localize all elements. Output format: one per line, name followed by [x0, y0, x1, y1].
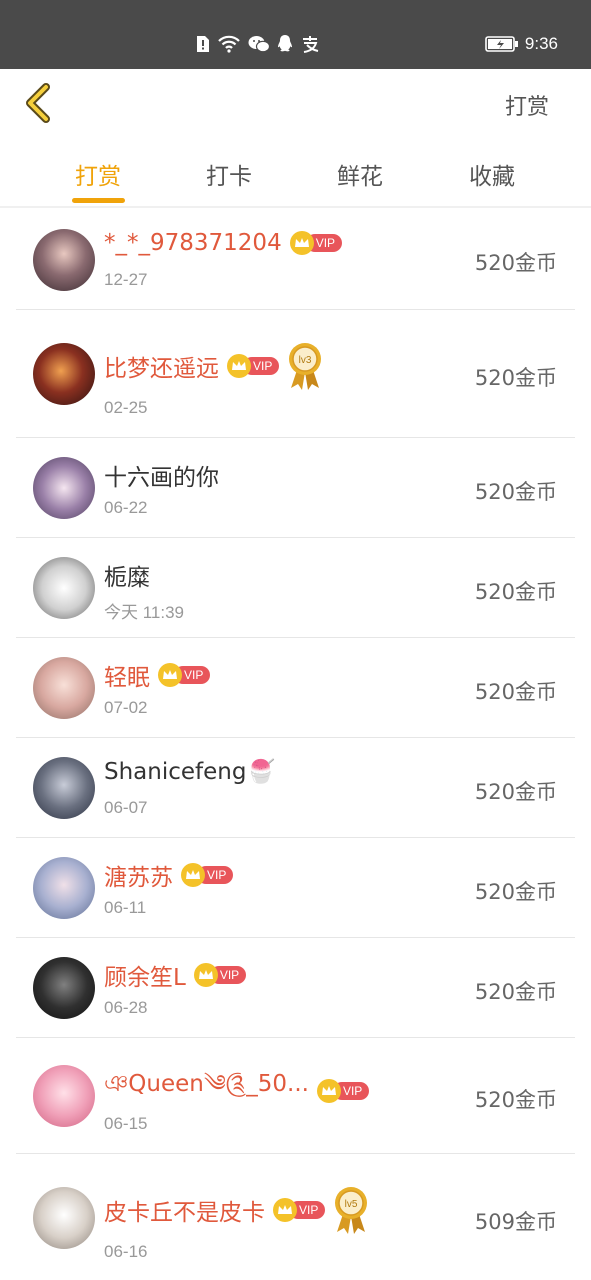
crown-icon	[289, 231, 314, 255]
crown-icon	[193, 963, 218, 987]
reward-date: 06-07	[104, 798, 148, 817]
reward-date: 06-16	[104, 1242, 148, 1261]
name-line: 栀糜	[104, 558, 150, 592]
name-line: 顾余笙L VIP	[104, 958, 247, 992]
system-status: 9:36	[485, 33, 558, 55]
crown-icon	[227, 354, 251, 378]
reward-coins: 520金币	[474, 251, 557, 275]
user-name[interactable]: *_*_978371204	[104, 230, 282, 256]
name-line: 十六画的你	[104, 458, 219, 492]
tab-favorites[interactable]: 收藏	[447, 157, 537, 191]
avatar[interactable]	[33, 1065, 95, 1127]
reward-coins: 520金币	[474, 1088, 557, 1112]
vip-badge: VIP	[289, 231, 343, 255]
status-bar: 9:36	[0, 0, 591, 69]
reward-coins: 509金币	[474, 1210, 557, 1234]
level-medal-icon: lv5	[333, 1186, 369, 1234]
user-name[interactable]: 十六画的你	[104, 458, 219, 492]
crown-icon	[316, 1078, 341, 1103]
name-line: 比梦还遥远 VIP lv3	[104, 342, 323, 390]
qq-icon	[277, 34, 293, 54]
tab-reward[interactable]: 打赏	[53, 157, 143, 191]
reward-coins: 520金币	[474, 580, 557, 604]
back-button[interactable]	[22, 81, 58, 125]
list-item[interactable]: ঞQueen༄༊_50... VIP 06-15 520金币	[16, 1038, 575, 1154]
reward-date: 06-11	[104, 898, 147, 917]
list-item[interactable]: Shanicefeng🍧 06-07 520金币	[16, 738, 575, 838]
level-medal-icon: lv3	[287, 342, 323, 390]
wifi-icon	[217, 35, 241, 53]
alipay-icon	[300, 35, 320, 53]
reward-coins: 520金币	[474, 366, 557, 390]
sim-alert-icon	[196, 35, 210, 53]
list-item[interactable]: 溏苏苏 VIP 06-11 520金币	[16, 838, 575, 938]
notification-icons	[196, 33, 320, 55]
avatar[interactable]	[33, 957, 95, 1019]
header-reward-button[interactable]: 打赏	[505, 89, 549, 121]
list-item[interactable]: *_*_978371204 VIP 12-27 520金币	[16, 210, 575, 310]
tab-flowers[interactable]: 鲜花	[315, 157, 405, 191]
avatar[interactable]	[33, 857, 95, 919]
chevron-left-icon	[26, 83, 50, 123]
reward-date: 06-22	[104, 498, 148, 517]
user-name[interactable]: 溏苏苏	[104, 858, 173, 892]
reward-coins: 520金币	[474, 880, 557, 904]
list-item[interactable]: 栀糜今天 11:39 520金币	[16, 538, 575, 638]
list-item[interactable]: 皮卡丘不是皮卡 VIP lv5 06-16 509金币	[16, 1154, 575, 1280]
crown-icon	[181, 863, 205, 887]
avatar[interactable]	[33, 457, 95, 519]
level-label: lv5	[345, 1199, 358, 1210]
list-item[interactable]: 十六画的你 06-22 520金币	[16, 438, 575, 538]
avatar[interactable]	[33, 557, 95, 619]
user-name[interactable]: 比梦还遥远	[104, 349, 219, 383]
user-name[interactable]: 轻眠	[104, 658, 150, 692]
name-line: 皮卡丘不是皮卡 VIP lv5	[104, 1186, 369, 1234]
reward-date: 06-28	[104, 998, 148, 1017]
name-line: Shanicefeng🍧	[104, 758, 275, 785]
name-line: 轻眠 VIP	[104, 658, 211, 692]
vip-badge: VIP	[227, 354, 280, 378]
reward-coins: 520金币	[474, 980, 557, 1004]
level-label: lv3	[299, 355, 312, 366]
avatar[interactable]	[33, 757, 95, 819]
vip-badge: VIP	[193, 963, 247, 987]
vip-badge: VIP	[181, 863, 234, 887]
reward-coins: 520金币	[474, 680, 557, 704]
avatar[interactable]	[33, 657, 95, 719]
crown-icon	[273, 1198, 297, 1222]
app-header: 打赏	[0, 69, 591, 141]
reward-date: 02-25	[104, 398, 148, 417]
reward-coins: 520金币	[474, 780, 557, 804]
list-item[interactable]: 比梦还遥远 VIP lv3 02-25 520金币	[16, 310, 575, 438]
reward-coins: 520金币	[474, 480, 557, 504]
crown-icon	[158, 663, 182, 687]
tab-bar: 打赏 打卡 鲜花 收藏	[0, 141, 591, 208]
name-line: *_*_978371204 VIP	[104, 230, 343, 256]
vip-badge: VIP	[316, 1078, 370, 1103]
vip-badge: VIP	[273, 1198, 326, 1222]
user-name[interactable]: 栀糜	[104, 558, 150, 592]
avatar[interactable]	[33, 229, 95, 291]
reward-date: 06-15	[104, 1114, 148, 1133]
status-time: 9:36	[524, 34, 558, 53]
avatar[interactable]	[33, 1187, 95, 1249]
name-line: 溏苏苏 VIP	[104, 858, 234, 892]
vip-badge: VIP	[158, 663, 211, 687]
avatar[interactable]	[33, 343, 95, 405]
wechat-icon	[248, 35, 270, 53]
reward-date: 今天 11:39	[104, 603, 185, 622]
battery-icon	[485, 36, 519, 52]
tab-checkin[interactable]: 打卡	[184, 157, 274, 191]
reward-date: 07-02	[104, 698, 148, 717]
user-name[interactable]: Shanicefeng🍧	[104, 758, 275, 785]
user-name[interactable]: 皮卡丘不是皮卡	[104, 1193, 265, 1227]
list-item[interactable]: 轻眠 VIP 07-02 520金币	[16, 638, 575, 738]
reward-date: 12-27	[104, 270, 148, 289]
list-item[interactable]: 顾余笙L VIP 06-28 520金币	[16, 938, 575, 1038]
user-name[interactable]: 顾余笙L	[104, 958, 186, 992]
active-tab-indicator	[72, 198, 125, 203]
